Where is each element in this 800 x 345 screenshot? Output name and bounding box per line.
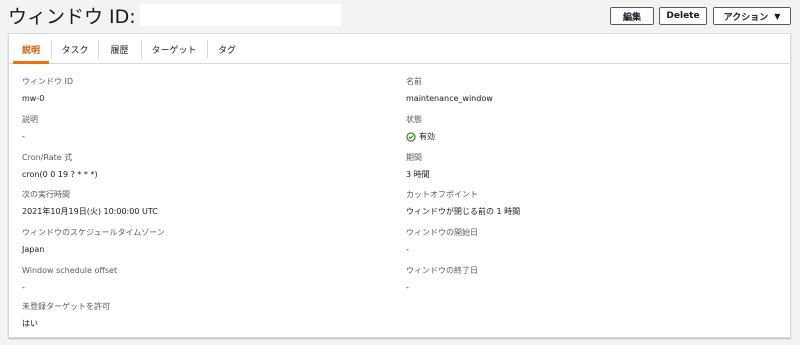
field-value: 3 時間 bbox=[406, 170, 430, 179]
field-label: ウィンドウの終了日 bbox=[406, 266, 478, 275]
field-label: 名前 bbox=[406, 77, 422, 86]
field-value: 2021年10月19日(火) 10:00:00 UTC bbox=[22, 207, 158, 216]
field-value: maintenance_window bbox=[406, 94, 493, 103]
field-value: - bbox=[22, 283, 25, 292]
status-indicator: 有効 bbox=[406, 131, 435, 142]
delete-button-label: Delete bbox=[666, 11, 700, 21]
field-label: ウィンドウ ID bbox=[22, 77, 74, 86]
caret-down-icon: ▼ bbox=[774, 11, 781, 21]
field-label: 未登録ターゲットを許可 bbox=[22, 302, 110, 311]
field-label: カットオフポイント bbox=[406, 190, 478, 199]
edit-button-label: 編集 bbox=[622, 12, 641, 23]
field-label: ウィンドウのスケジュールタイムゾーン bbox=[22, 228, 165, 237]
field-name: 名前 maintenance_window bbox=[406, 76, 493, 104]
tab-bar: 説明 タスク 履歴 ターゲット タグ bbox=[9, 34, 790, 64]
tab-label: ターゲット bbox=[151, 45, 197, 56]
status-text: 有効 bbox=[419, 132, 435, 141]
field-duration: 期間 3 時間 bbox=[406, 152, 430, 180]
tab-tasks[interactable]: タスク bbox=[53, 34, 97, 64]
redacted-id bbox=[140, 4, 341, 26]
tab-label: 履歴 bbox=[110, 45, 129, 56]
tab-label: タグ bbox=[217, 45, 236, 56]
field-value: はい bbox=[22, 319, 38, 328]
field-schedule-timezone: ウィンドウのスケジュールタイムゾーン Japan bbox=[22, 227, 165, 255]
page-header: ウィンドウ ID: mw 編集 Delete アクション ▼ bbox=[0, 0, 800, 34]
field-value: ウィンドウが閉じる前の 1 時間 bbox=[406, 207, 521, 216]
field-cron-rate: Cron/Rate 式 cron(0 0 19 ? * * *) bbox=[22, 152, 98, 180]
tab-label: 説明 bbox=[21, 45, 40, 56]
tab-history[interactable]: 履歴 bbox=[99, 34, 140, 64]
field-start-date: ウィンドウの開始日 - bbox=[406, 227, 478, 255]
field-cutoff: カットオフポイント ウィンドウが閉じる前の 1 時間 bbox=[406, 189, 520, 217]
tab-label: タスク bbox=[61, 45, 89, 56]
field-value: - bbox=[406, 245, 409, 254]
field-schedule-offset: Window schedule offset - bbox=[22, 265, 117, 293]
field-value: mw-0 bbox=[22, 94, 45, 103]
field-label: Cron/Rate 式 bbox=[22, 153, 73, 162]
edit-button[interactable]: 編集 bbox=[610, 7, 654, 25]
field-window-id: ウィンドウ ID mw-0 bbox=[22, 76, 73, 104]
field-next-execution: 次の実行時間 2021年10月19日(火) 10:00:00 UTC bbox=[22, 189, 158, 217]
tab-divider bbox=[51, 40, 52, 58]
field-value: - bbox=[406, 283, 409, 292]
field-value: - bbox=[22, 132, 25, 141]
field-label: ウィンドウの開始日 bbox=[406, 228, 478, 237]
field-label: 説明 bbox=[22, 115, 38, 124]
actions-button-label: アクション bbox=[723, 12, 769, 23]
active-tab-indicator bbox=[13, 61, 49, 64]
field-state: 状態 有効 bbox=[406, 114, 435, 142]
field-value: Japan bbox=[22, 245, 45, 254]
field-label: 状態 bbox=[406, 115, 422, 124]
delete-button[interactable]: Delete bbox=[659, 7, 707, 25]
tab-tags[interactable]: タグ bbox=[208, 34, 246, 64]
field-allow-unregistered-targets: 未登録ターゲットを許可 はい bbox=[22, 301, 110, 329]
tab-description[interactable]: 説明 bbox=[13, 34, 49, 64]
details-card: 説明 タスク 履歴 ターゲット タグ ウィンドウ ID mw-0 説明 - Cr… bbox=[8, 33, 791, 338]
field-description: 説明 - bbox=[22, 114, 38, 142]
field-label: 期間 bbox=[406, 153, 422, 162]
field-label: 次の実行時間 bbox=[22, 190, 70, 199]
field-value: cron(0 0 19 ? * * *) bbox=[22, 170, 98, 179]
field-label: Window schedule offset bbox=[22, 266, 118, 275]
field-end-date: ウィンドウの終了日 - bbox=[406, 265, 478, 293]
actions-dropdown-button[interactable]: アクション ▼ bbox=[713, 7, 791, 25]
tab-targets[interactable]: ターゲット bbox=[142, 34, 206, 64]
check-circle-icon bbox=[406, 131, 416, 142]
